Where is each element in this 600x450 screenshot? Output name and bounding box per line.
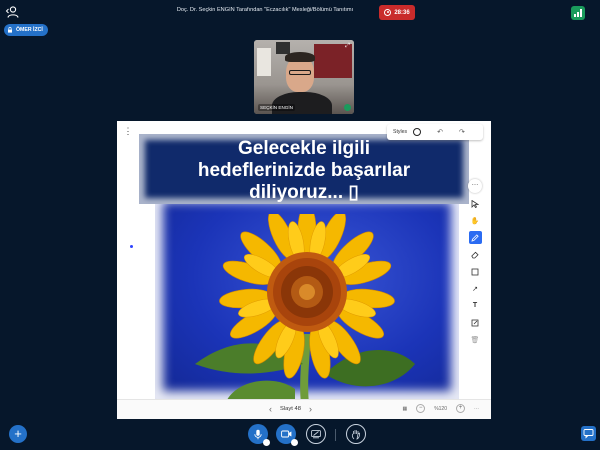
- slide-selector[interactable]: Slayt 48: [280, 406, 301, 412]
- presentation-bottom-bar: ‹ Slayt 48 › ▦ − %120 + ⋯: [117, 399, 491, 419]
- camera-settings-icon[interactable]: [291, 439, 298, 446]
- drawing-toolbar: ✋ ↗ T 🗑: [468, 197, 482, 347]
- screen-share-icon: [311, 429, 321, 438]
- fit-width-icon[interactable]: ▦: [402, 406, 407, 412]
- recording-button[interactable]: 28:36: [379, 5, 415, 20]
- chat-icon: [583, 429, 594, 439]
- presenter-chip[interactable]: ÖMER İZCİ: [4, 24, 48, 36]
- microphone-button[interactable]: [248, 424, 270, 446]
- webcam-person-hair: [285, 52, 315, 62]
- more-options-icon[interactable]: …: [468, 179, 482, 193]
- toolbar-divider: [335, 429, 336, 441]
- slide: Gelecekle ilgili hedeflerinizde başarıla…: [139, 134, 469, 404]
- arrow-icon[interactable]: ↗: [469, 282, 482, 295]
- camera-button[interactable]: [276, 424, 298, 446]
- zoom-in-icon[interactable]: +: [456, 404, 465, 413]
- raise-hand-button[interactable]: [346, 424, 366, 444]
- slide-title-line-2: hedeflerinizde başarılar: [197, 160, 411, 181]
- presenter-icon: [8, 27, 12, 33]
- slide-title-line-3: diliyoruz... ▯: [249, 182, 359, 203]
- webcam-name-label: SEÇKİN ENGİN: [258, 104, 295, 111]
- trash-icon[interactable]: 🗑: [469, 333, 482, 346]
- expand-icon[interactable]: ⤢: [345, 43, 350, 50]
- bottom-action-bar: +: [0, 420, 600, 450]
- top-bar: Doç. Dr. Seçkin ENGİN Tarafından "Eczacı…: [0, 0, 600, 24]
- raise-hand-icon: [351, 429, 360, 440]
- signal-icon: [574, 9, 582, 17]
- eraser-icon[interactable]: [469, 248, 482, 261]
- rectangle-icon[interactable]: [469, 265, 482, 278]
- pointer-dot: [130, 245, 133, 248]
- camera-icon: [280, 430, 291, 438]
- actions-plus-button[interactable]: +: [9, 425, 27, 443]
- styles-label: Styles: [393, 129, 408, 135]
- slide-title: Gelecekle ilgili hedeflerinizde başarıla…: [139, 138, 469, 204]
- undo-icon[interactable]: ↶: [437, 128, 443, 136]
- screen-share-button[interactable]: [306, 424, 326, 444]
- webcam-poster-left: [257, 48, 271, 76]
- more-menu-icon[interactable]: ⋯: [474, 406, 479, 412]
- meeting-title: Doç. Dr. Seçkin ENGİN Tarafından "Eczacı…: [176, 7, 354, 13]
- pencil-icon[interactable]: [468, 231, 482, 244]
- presentation-menu-icon[interactable]: ⋮: [123, 125, 133, 137]
- microphone-settings-icon[interactable]: [263, 439, 270, 446]
- presentation-area[interactable]: ⋮ Gelecekle ilgili hedeflerinizde başarı…: [117, 121, 491, 419]
- users-list-icon[interactable]: [5, 5, 19, 19]
- next-slide-icon[interactable]: ›: [309, 404, 312, 414]
- select-icon[interactable]: [469, 197, 482, 210]
- zoom-out-icon[interactable]: −: [416, 404, 426, 413]
- webcam-video[interactable]: ⤢ SEÇKİN ENGİN: [254, 40, 354, 114]
- zoom-level: %120: [434, 405, 447, 412]
- webcam-person-glasses: [289, 70, 311, 75]
- webcam-frame: [276, 42, 290, 54]
- zoom-controls: ▦ − %120 + ⋯: [402, 404, 479, 413]
- text-icon[interactable]: T: [469, 299, 482, 312]
- note-icon[interactable]: [469, 316, 482, 329]
- talking-indicator-icon: [344, 104, 351, 111]
- sunflower-image: [195, 214, 415, 404]
- redo-icon[interactable]: ↷: [459, 128, 465, 136]
- style-color-icon[interactable]: [413, 128, 422, 136]
- presenter-name: ÖMER İZCİ: [16, 27, 43, 33]
- slide-navigation: ‹ Slayt 48 ›: [269, 404, 312, 414]
- hand-icon[interactable]: ✋: [469, 214, 482, 227]
- slide-title-line-1: Gelecekle ilgili: [237, 138, 371, 159]
- microphone-icon: [254, 429, 262, 439]
- recording-time: 28:36: [394, 9, 410, 16]
- styles-panel[interactable]: Styles ↶ ↷: [387, 124, 483, 140]
- chat-toggle-button[interactable]: [581, 426, 596, 441]
- previous-slide-icon[interactable]: ‹: [269, 404, 272, 414]
- record-icon: [384, 9, 392, 16]
- connection-status-button[interactable]: [571, 6, 585, 20]
